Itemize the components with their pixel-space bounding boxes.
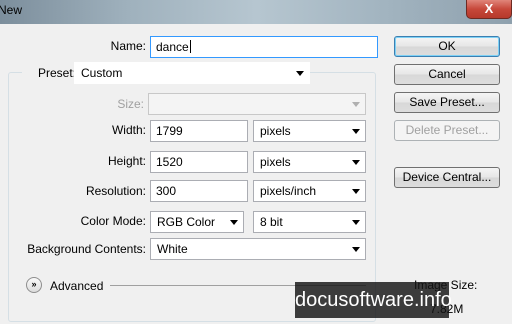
dropdown-arrow-icon <box>352 129 360 134</box>
window-title: New <box>0 3 23 17</box>
background-contents-label: Background Contents: <box>27 242 146 256</box>
name-label: Name: <box>110 39 146 53</box>
delete-preset-button: Delete Preset... <box>394 120 500 141</box>
width-unit-select[interactable]: pixels <box>253 120 366 142</box>
dropdown-arrow-icon <box>352 220 360 225</box>
dropdown-arrow-icon <box>352 160 360 165</box>
advanced-toggle-label[interactable]: Advanced <box>50 279 103 293</box>
title-bar: New X <box>0 0 512 24</box>
height-unit-select[interactable]: pixels <box>253 151 366 173</box>
color-mode-select[interactable]: RGB Color <box>150 211 244 233</box>
background-contents-select[interactable]: White <box>150 238 366 260</box>
size-select <box>148 93 366 115</box>
dropdown-arrow-icon <box>352 102 360 107</box>
watermark: docusoftware.info <box>295 282 452 318</box>
preset-label: Preset: <box>22 66 76 80</box>
preset-select[interactable]: Custom <box>74 62 310 84</box>
resolution-label: Resolution: <box>85 184 146 198</box>
width-field[interactable]: 1799 <box>150 120 248 142</box>
ok-button[interactable]: OK <box>394 36 500 57</box>
cancel-button[interactable]: Cancel <box>394 64 500 85</box>
resolution-field[interactable]: 300 <box>150 180 248 202</box>
height-label: Height: <box>107 154 146 168</box>
dropdown-arrow-icon <box>230 220 238 225</box>
chevron-down-double-icon[interactable]: » <box>26 277 42 293</box>
size-label: Size: <box>117 97 144 111</box>
save-preset-button[interactable]: Save Preset... <box>394 92 500 113</box>
device-central-button[interactable]: Device Central... <box>394 167 500 188</box>
resolution-unit-select[interactable]: pixels/inch <box>253 180 366 202</box>
width-label: Width: <box>111 123 146 137</box>
height-field[interactable]: 1520 <box>150 151 248 173</box>
new-document-dialog: Name: dance Preset: Custom Size: Width: … <box>0 24 512 324</box>
dropdown-arrow-icon <box>296 71 304 76</box>
name-field[interactable]: dance <box>150 36 378 58</box>
dropdown-arrow-icon <box>352 247 360 252</box>
bit-depth-select[interactable]: 8 bit <box>253 211 366 233</box>
dropdown-arrow-icon <box>352 189 360 194</box>
color-mode-label: Color Mode: <box>80 214 146 228</box>
close-button[interactable]: X <box>466 0 512 19</box>
